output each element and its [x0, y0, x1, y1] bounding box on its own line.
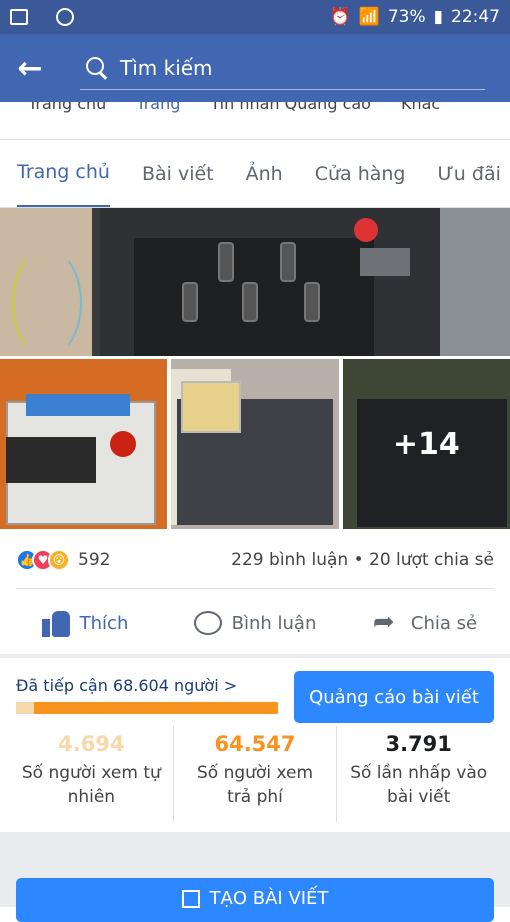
- chevron-right-icon: >: [223, 676, 238, 695]
- machine-glass: [181, 381, 242, 433]
- machine-display: [6, 437, 96, 483]
- reach-progress-bar: [16, 702, 278, 714]
- stat-organic: 4.694 Số người xem tự nhiên: [10, 726, 173, 822]
- post-photo-grid: +14: [0, 359, 510, 529]
- cylinder: [304, 282, 320, 322]
- section-separator: [0, 654, 510, 658]
- pencil-icon: [181, 890, 200, 908]
- organic-reach-fill: [16, 702, 34, 714]
- clock: 22:47: [451, 7, 500, 27]
- more-photos-count: +14: [392, 426, 460, 462]
- battery-level: 73%: [387, 7, 426, 27]
- stat-label: Số lần nhấp vào bài viết: [350, 763, 488, 807]
- search-input[interactable]: Tìm kiếm: [80, 46, 485, 90]
- stat-value: 64.547: [214, 732, 296, 756]
- settings-icon: [56, 8, 74, 26]
- post-photo-thumb[interactable]: [0, 359, 168, 529]
- comment-icon: [193, 611, 222, 635]
- stat-paid: 64.547 Số người xem trả phí: [172, 726, 337, 822]
- emergency-switch: [354, 218, 378, 242]
- create-post-label: TẠO BÀI VIẾT: [209, 888, 329, 909]
- tab-posts[interactable]: Bài viết: [142, 140, 214, 207]
- page-nav: Trang chủ Trang Tin nhắn Quảng cáo Khác: [0, 102, 510, 140]
- reach-link[interactable]: Đã tiếp cận 68.604 người >: [16, 676, 237, 695]
- post-actions: Thích Bình luận Chia sẻ: [0, 592, 510, 654]
- tab-home[interactable]: Trang chủ: [17, 140, 110, 207]
- wow-icon[interactable]: 😮: [48, 549, 70, 571]
- divider: [16, 588, 494, 589]
- nav-item-more[interactable]: Khác: [401, 102, 440, 113]
- back-arrow-icon[interactable]: ←: [0, 34, 60, 102]
- share-button[interactable]: Chia sẻ: [340, 592, 510, 654]
- cylinder: [218, 242, 234, 282]
- wifi-icon: 📶: [358, 7, 380, 27]
- share-label: Chia sẻ: [410, 612, 478, 634]
- gallery-icon: [10, 9, 28, 25]
- nav-item-ad-messages[interactable]: Tin nhắn Quảng cáo: [210, 102, 371, 113]
- tab-shop[interactable]: Cửa hàng: [315, 140, 406, 207]
- tab-offers[interactable]: Ưu đãi: [438, 140, 501, 207]
- stat-label: Số người xem tự nhiên: [21, 763, 161, 807]
- share-icon: [373, 607, 401, 637]
- tab-photos[interactable]: Ảnh: [246, 140, 283, 207]
- alarm-icon: ⏰: [329, 7, 351, 27]
- search-header: ← Tìm kiếm: [0, 34, 510, 102]
- boost-post-button[interactable]: Quảng cáo bài viết: [294, 671, 494, 723]
- machine-button: [110, 431, 136, 457]
- machine-plate: [360, 248, 410, 276]
- nav-item-page[interactable]: Trang: [136, 102, 180, 113]
- status-bar: ⏰ 📶 73% ▮ 22:47: [0, 0, 510, 34]
- stat-value: 3.791: [385, 732, 452, 756]
- stat-value: 4.694: [58, 732, 125, 756]
- create-post-button[interactable]: TẠO BÀI VIẾT: [16, 878, 494, 922]
- comments-shares-count[interactable]: 229 bình luận • 20 lượt chia sẻ: [231, 550, 494, 570]
- battery-icon: ▮: [433, 7, 443, 27]
- stat-label: Số người xem trả phí: [196, 763, 314, 807]
- cylinder: [242, 282, 258, 322]
- search-placeholder: Tìm kiếm: [120, 55, 213, 80]
- cylinder: [182, 282, 198, 322]
- machine-panel: [100, 208, 440, 356]
- comment-label: Bình luận: [231, 612, 317, 634]
- reach-label: Đã tiếp cận 68.604 người: [16, 676, 219, 695]
- comment-button[interactable]: Bình luận: [170, 592, 340, 654]
- stat-clicks: 3.791 Số lần nhấp vào bài viết: [336, 726, 500, 822]
- like-button[interactable]: Thích: [0, 592, 170, 654]
- cylinder: [280, 242, 296, 282]
- search-icon: [86, 56, 108, 79]
- page-tabs: Trang chủ Bài viết Ảnh Cửa hàng Ưu đãi: [0, 140, 510, 208]
- machine-top: [26, 394, 130, 416]
- post-photo-main[interactable]: [0, 208, 510, 356]
- reach-stats: 4.694 Số người xem tự nhiên 64.547 Số ngư…: [10, 726, 500, 822]
- cable: [12, 248, 82, 356]
- post-photo-thumb[interactable]: [171, 359, 339, 529]
- reaction-count[interactable]: 592: [78, 550, 110, 570]
- post-photo-thumb-more[interactable]: +14: [342, 359, 510, 529]
- nav-item-home[interactable]: Trang chủ: [28, 102, 106, 113]
- thumbs-up-icon: [41, 609, 70, 637]
- like-label: Thích: [79, 612, 129, 634]
- reactions-bar: 👍 ♥ 😮 592 229 bình luận • 20 lượt chia s…: [16, 540, 494, 580]
